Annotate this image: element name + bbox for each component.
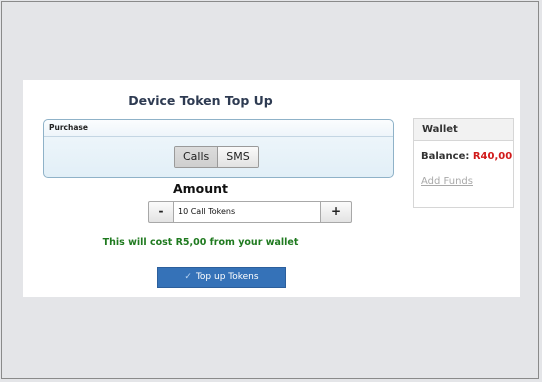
amount-label: Amount bbox=[172, 181, 229, 196]
wallet-card: Wallet Balance: R40,00 Add Funds bbox=[413, 118, 514, 208]
add-funds-link[interactable]: Add Funds bbox=[421, 176, 473, 187]
increase-button[interactable]: + bbox=[320, 201, 352, 223]
topup-panel: Device Token Top Up Purchase Calls SMS A… bbox=[23, 80, 520, 297]
amount-stepper: - 10 Call Tokens + bbox=[148, 201, 352, 223]
balance-value: R40,00 bbox=[472, 151, 513, 162]
purchase-heading: Purchase bbox=[44, 120, 393, 137]
balance-label: Balance: bbox=[421, 151, 470, 162]
purchase-type-toggle: Calls SMS bbox=[174, 146, 259, 168]
sms-option-button[interactable]: SMS bbox=[218, 147, 258, 167]
top-up-label: Top up Tokens bbox=[195, 272, 259, 282]
decrease-button[interactable]: - bbox=[148, 201, 174, 223]
check-icon: ✓ bbox=[184, 272, 192, 282]
wallet-heading: Wallet bbox=[414, 119, 513, 141]
cost-message: This will cost R5,00 from your wallet bbox=[102, 237, 299, 248]
wallet-balance: Balance: R40,00 bbox=[421, 151, 512, 162]
page-title: Device Token Top Up bbox=[128, 93, 273, 108]
amount-input[interactable]: 10 Call Tokens bbox=[174, 201, 320, 223]
calls-option-button[interactable]: Calls bbox=[175, 147, 219, 167]
top-up-tokens-button[interactable]: ✓ Top up Tokens bbox=[157, 267, 286, 288]
purchase-section: Purchase Calls SMS bbox=[43, 119, 394, 178]
